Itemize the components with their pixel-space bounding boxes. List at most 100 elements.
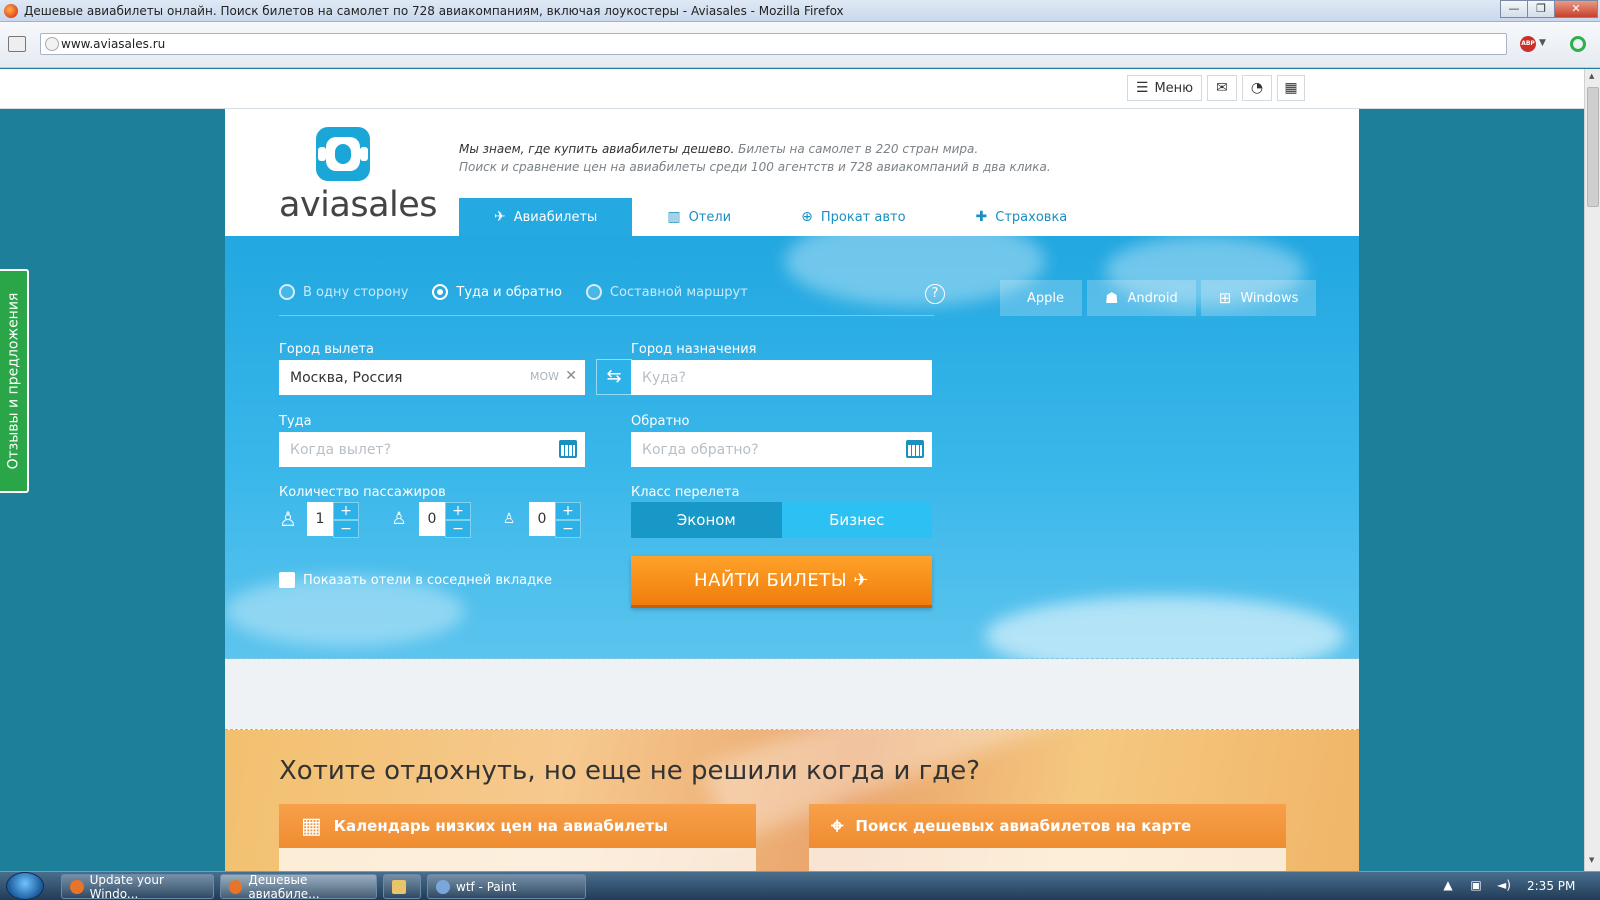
infant-passenger-stepper: ♙ 0 + −: [501, 502, 581, 538]
class-toggle: Эконом Бизнес: [631, 502, 932, 538]
app-apple-button[interactable]: Apple: [1000, 280, 1083, 316]
close-button[interactable]: ✕: [1554, 0, 1598, 18]
calendar-icon[interactable]: [559, 440, 577, 458]
network-icon[interactable]: ▣: [1468, 878, 1484, 892]
destination-input[interactable]: Куда?: [631, 360, 932, 395]
class-business-button[interactable]: Бизнес: [781, 502, 932, 538]
windows-taskbar: Update your Windo... Дешевые авиабиле...…: [0, 871, 1600, 900]
taskbar-item-paint[interactable]: wtf - Paint: [427, 874, 586, 899]
low-price-calendar-link[interactable]: ▦ Календарь низких цен на авиабилеты: [279, 804, 756, 848]
return-placeholder: Когда обратно?: [642, 441, 759, 458]
menu-button[interactable]: ☰ Меню: [1127, 75, 1202, 101]
paint-icon: [436, 879, 450, 894]
url-text[interactable]: www.aviasales.ru: [61, 37, 165, 51]
gray-band: [225, 659, 1359, 729]
scrollbar-thumb[interactable]: [1587, 87, 1599, 207]
map-search-link[interactable]: ⌖ Поиск дешевых авиабилетов на карте: [809, 804, 1286, 848]
shield-icon: ✚: [975, 209, 988, 225]
adblock-dropdown-icon[interactable]: ▼: [1539, 38, 1546, 48]
find-tickets-button[interactable]: НАЙТИ БИЛЕТЫ ✈: [631, 556, 932, 608]
adult-minus-button[interactable]: −: [333, 520, 359, 538]
restore-button[interactable]: ❐: [1527, 0, 1555, 18]
tray-expand-icon[interactable]: ▲: [1440, 878, 1456, 892]
tagline-rest: Билеты на самолет в 220 стран мира.: [734, 142, 979, 156]
promo-section: Хотите отдохнуть, но еще не решили когда…: [225, 730, 1359, 871]
search-hero: В одну сторону Туда и обратно Составной …: [225, 236, 1359, 659]
tab-car-rental[interactable]: ⊕ Прокат авто: [766, 198, 940, 236]
infant-icon: ♙: [502, 511, 516, 527]
help-icon[interactable]: ?: [925, 284, 945, 304]
class-economy-button[interactable]: Эконом: [631, 502, 782, 538]
radio-label: Туда и обратно: [456, 284, 562, 300]
destination-label: Город назначения: [631, 342, 757, 357]
page-scrollbar[interactable]: ▲ ▼: [1584, 69, 1600, 871]
trip-type-multi-city[interactable]: Составной маршрут: [585, 284, 748, 300]
taskbar-item-aviasales[interactable]: Дешевые авиабиле...: [220, 873, 377, 900]
destination-placeholder: Куда?: [642, 369, 686, 386]
menu-label: Меню: [1154, 80, 1194, 96]
tab-insurance[interactable]: ✚ Страховка: [941, 198, 1103, 236]
infant-count[interactable]: 0: [529, 502, 555, 536]
feedback-tab[interactable]: Отзывы и предложения: [0, 269, 29, 493]
firefox-icon: [70, 879, 84, 894]
scroll-up-icon[interactable]: ▲: [1589, 72, 1594, 80]
app-windows-button[interactable]: ⊞ Windows: [1200, 280, 1317, 316]
minimize-button[interactable]: —: [1500, 0, 1528, 18]
logo[interactable]: aviasales: [279, 127, 438, 227]
adult-count[interactable]: 1: [307, 502, 333, 536]
trip-type-one-way[interactable]: В одну сторону: [279, 284, 408, 300]
volume-icon[interactable]: ◄): [1496, 878, 1512, 892]
depart-date-input[interactable]: Когда вылет?: [279, 432, 585, 467]
adult-icon: ♙: [279, 507, 297, 531]
adblock-icon[interactable]: ABP: [1520, 36, 1536, 52]
calendar-icon[interactable]: [906, 440, 924, 458]
clear-icon[interactable]: ✕: [565, 368, 577, 384]
tab-label: Страховка: [995, 209, 1068, 225]
rss-icon: ◔: [1250, 80, 1264, 96]
child-minus-button[interactable]: −: [445, 520, 471, 538]
clock[interactable]: 2:35 PM: [1527, 879, 1575, 893]
tagline-line2: Поиск и сравнение цен на авиабилеты сред…: [459, 160, 1051, 174]
swap-cities-button[interactable]: ⇆: [596, 359, 632, 395]
adult-plus-button[interactable]: +: [333, 502, 359, 520]
divider: [279, 315, 934, 316]
taskbar-item-update[interactable]: Update your Windo...: [61, 873, 214, 900]
window-titlebar: Дешевые авиабилеты онлайн. Поиск билетов…: [0, 0, 1600, 22]
menu-icon: ☰: [1135, 80, 1149, 96]
trip-type-round-trip[interactable]: Туда и обратно: [432, 284, 562, 300]
mail-icon: ✉: [1216, 80, 1228, 96]
show-hotels-option[interactable]: Показать отели в соседней вкладке: [279, 572, 552, 588]
start-button[interactable]: [6, 872, 44, 900]
app-android-button[interactable]: ☗ Android: [1087, 280, 1196, 316]
feedback-label: Отзывы и предложения: [5, 292, 22, 470]
rss-button[interactable]: ◔: [1242, 75, 1272, 101]
infant-minus-button[interactable]: −: [555, 520, 581, 538]
child-plus-button[interactable]: +: [445, 502, 471, 520]
mail-button[interactable]: ✉: [1207, 75, 1237, 101]
address-bar[interactable]: www.aviasales.ru: [40, 33, 1507, 55]
scroll-down-icon[interactable]: ▼: [1589, 856, 1594, 864]
extension-icon[interactable]: [1570, 36, 1586, 52]
child-passenger-stepper: ♙ 0 + −: [391, 502, 471, 538]
return-label: Обратно: [631, 414, 690, 429]
checkbox[interactable]: [279, 572, 295, 588]
tab-label: Авиабилеты: [513, 209, 598, 225]
tab-hotels[interactable]: ▥ Отели: [632, 198, 766, 236]
folder-icon: [392, 879, 406, 894]
return-date-input[interactable]: Когда обратно?: [631, 432, 932, 467]
promo-title: Хотите отдохнуть, но еще не решили когда…: [279, 756, 981, 786]
windows-icon: ⊞: [1218, 289, 1232, 307]
browser-menu-icon[interactable]: [8, 36, 26, 52]
calculator-button[interactable]: ▦: [1277, 75, 1305, 101]
origin-input[interactable]: Москва, Россия MOW ✕: [279, 360, 585, 395]
firefox-icon: [229, 879, 243, 894]
logo-icon: [316, 127, 370, 181]
infant-plus-button[interactable]: +: [555, 502, 581, 520]
calculator-icon: ▦: [1284, 80, 1298, 96]
tab-label: Прокат авто: [820, 209, 906, 225]
taskbar-item-explorer[interactable]: [383, 874, 421, 899]
promo-card-label: Поиск дешевых авиабилетов на карте: [855, 817, 1192, 835]
child-count[interactable]: 0: [419, 502, 445, 536]
tab-flights[interactable]: ✈ Авиабилеты: [459, 198, 633, 236]
logo-text: aviasales: [279, 185, 438, 225]
